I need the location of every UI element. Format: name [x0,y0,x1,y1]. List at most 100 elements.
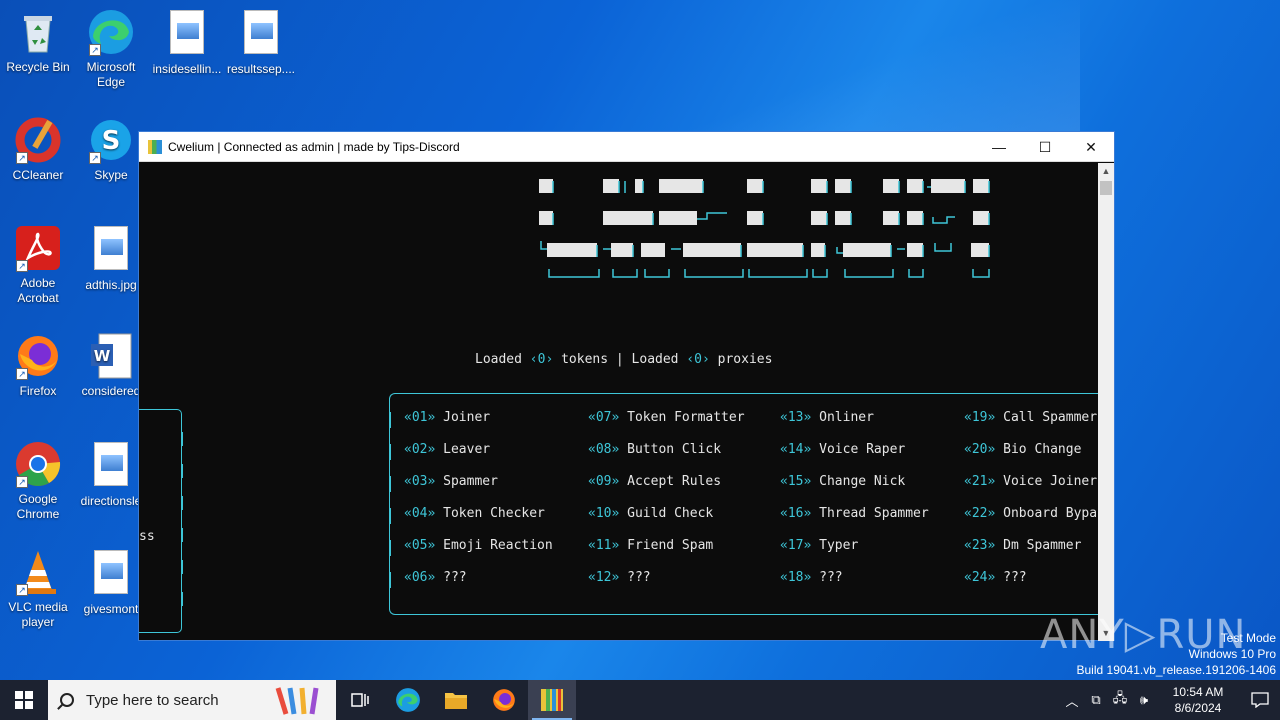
menu-option: «08» Button Click [588,442,721,457]
menu-option-label: Thread Spammer [819,506,929,521]
start-button[interactable] [0,680,48,720]
menu-option-label: Call Spammer [1003,410,1098,425]
menu-option: «18» ??? [780,570,843,585]
chevron-up-icon[interactable]: ︿ [1060,691,1084,710]
menu-option: «22» Onboard Bypa [964,506,1097,521]
menu-option-label: ??? [1003,570,1027,585]
menu-option: «13» Onliner [780,410,874,425]
image-file-icon [163,10,211,58]
app-icon [148,139,162,154]
shortcut-arrow-icon: ↗ [16,368,28,380]
build-line: Build 19041.vb_release.191206-1406 [1076,663,1277,677]
menu-option-number: «24» [964,570,996,585]
side-panel-border [139,409,183,633]
shortcut-arrow-icon: ↗ [89,152,101,164]
cwelium-app-icon [541,689,563,711]
menu-option-label: Voice Raper [819,442,906,457]
device-icon[interactable]: ⧉ [1084,692,1108,708]
notification-center-button[interactable] [1240,680,1280,720]
taskbar-search-box[interactable]: Type here to search [48,680,336,720]
loaded-label: Loaded [475,352,530,367]
menu-option-number: «02» [404,442,436,457]
console-output[interactable]: Loaded ‹0› tokens | Loaded ‹0› proxies s… [139,163,1099,641]
taskbar: Type here to search ︿ ⧉ 🖧 🕪 10:54 AM 8/6… [0,680,1280,720]
vertical-scrollbar[interactable]: ▲ ▼ [1098,163,1114,641]
clock[interactable]: 10:54 AM 8/6/2024 [1160,684,1236,716]
vlc-cone-icon: ↗ [14,548,62,596]
menu-option-label: Guild Check [627,506,714,521]
windows-edition-line: Windows 10 Pro [1188,647,1276,661]
desktop-icon-label: CCleaner [12,168,64,182]
notification-icon [1251,692,1269,708]
menu-option-label: Spammer [443,474,498,489]
desktop-icon-recycle-bin[interactable]: Recycle Bin [0,8,76,75]
desktop-icon-chrome[interactable]: ↗ Google Chrome [0,440,76,522]
maximize-button[interactable]: ☐ [1022,132,1068,162]
test-mode-notice: Test Mode Windows 10 Pro Build 19041.vb_… [1077,630,1277,678]
menu-option: «04» Token Checker [404,506,545,521]
skype-icon: S ↗ [87,116,135,164]
menu-option-number: «11» [588,538,620,553]
desktop-icon-label: Adobe Acrobat [17,276,59,305]
menu-row-marker [389,540,391,556]
tokens-count: ‹0› [529,352,554,367]
desktop-icon-label: Firefox [19,384,57,398]
desktop-icon-insideselling[interactable]: insidesellin... [149,8,225,77]
paint-brushes-icon [275,687,319,715]
menu-option: «19» Call Spammer [964,410,1097,425]
close-button[interactable]: ✕ [1068,132,1114,162]
desktop-icon-ccleaner[interactable]: ↗ CCleaner [0,116,76,183]
menu-option: «20» Bio Change [964,442,1081,457]
desktop-icon-acrobat[interactable]: ↗ Adobe Acrobat [0,224,76,306]
clock-time: 10:54 AM [1172,685,1224,699]
menu-option-number: «14» [780,442,812,457]
menu-option-label: Emoji Reaction [443,538,553,553]
desktop-icon-vlc[interactable]: ↗ VLC media player [0,548,76,630]
recycle-bin-icon [14,8,62,56]
menu-option: «17» Typer [780,538,858,553]
edge-icon [396,688,420,712]
menu-option-number: «20» [964,442,996,457]
menu-option-number: «19» [964,410,996,425]
menu-option-number: «18» [780,570,812,585]
menu-option-label: ??? [627,570,651,585]
desktop-icon-label: insidesellin... [152,62,222,76]
task-view-button[interactable] [336,680,384,720]
taskbar-cwelium[interactable] [528,680,576,720]
network-icon[interactable]: 🖧 [1108,689,1132,711]
menu-option-number: «21» [964,474,996,489]
desktop-icon-firefox[interactable]: ↗ Firefox [0,332,76,399]
windows-logo-icon [15,691,33,709]
minimize-button[interactable]: — [976,132,1022,162]
tokens-label: tokens | Loaded [553,352,687,367]
menu-option-number: «03» [404,474,436,489]
acrobat-icon: ↗ [14,224,62,272]
menu-option-label: ??? [443,570,467,585]
menu-option-label: Leaver [443,442,491,457]
menu-option-number: «22» [964,506,996,521]
scroll-up-arrow-icon[interactable]: ▲ [1098,163,1114,179]
menu-option-label: Joiner [443,410,491,425]
desktop-icon-label: Microsoft Edge [86,60,136,89]
desktop-icon-edge[interactable]: ↗ Microsoft Edge [73,8,149,90]
shortcut-arrow-icon: ↗ [16,476,28,488]
scrollbar-thumb[interactable] [1100,181,1112,195]
taskbar-file-explorer[interactable] [432,680,480,720]
menu-option-number: «05» [404,538,436,553]
window-titlebar[interactable]: Cwelium | Connected as admin | made by T… [139,132,1114,162]
menu-option-number: «23» [964,538,996,553]
menu-option: «12» ??? [588,570,651,585]
volume-icon[interactable]: 🕪 [1132,692,1156,708]
menu-option: «09» Accept Rules [588,474,721,489]
console-window[interactable]: Cwelium | Connected as admin | made by T… [138,131,1115,641]
menu-option-label: Onboard Bypa [1003,506,1098,521]
taskbar-firefox[interactable] [480,680,528,720]
desktop-icon-label: resultssep.... [226,62,296,76]
menu-option-number: «07» [588,410,620,425]
task-view-icon [351,693,369,707]
menu-option-number: «10» [588,506,620,521]
desktop-icon-resultssep[interactable]: resultssep.... [223,8,299,77]
side-panel-text: ss [139,529,155,544]
menu-option-number: «08» [588,442,620,457]
taskbar-edge[interactable] [384,680,432,720]
